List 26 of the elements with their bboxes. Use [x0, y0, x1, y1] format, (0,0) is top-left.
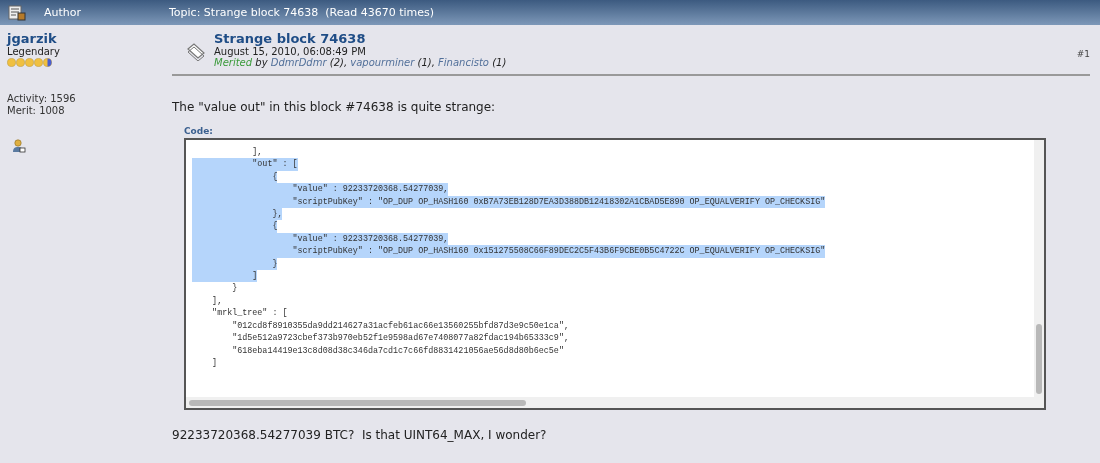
code-line: ], [211, 294, 223, 308]
rank-label: Legendary [7, 46, 61, 57]
post-number[interactable]: #1 [1076, 49, 1090, 59]
code-line: "618eba14419e13c8d08d38c346da7cd1c7c66fd8831421056ae56d8d80b6ec5e" [231, 344, 564, 357]
code-line: "012cd8f8910355da9dd214627a31acfeb61ac66e13560255bfd87d3e9c50e1ca", [231, 319, 569, 333]
merit-line: Merited by DdmrDdmr (2), vapourminer (1), Financisto (1) [214, 57, 508, 68]
document-icon [8, 4, 26, 21]
post-icon [186, 43, 206, 61]
topic-title: Topic: Strange block 74638 (Read 43670 times) [169, 6, 435, 19]
code-line: "1d5e512a9723cbef373b970eb52f1e9598ad67e7408077a82fdac194b65333c9", [231, 332, 569, 345]
vertical-scrollbar[interactable] [1034, 140, 1044, 408]
post-title[interactable]: Strange block 74638 [214, 31, 1077, 46]
column-header: Author [43, 6, 83, 19]
horizontal-scrollbar[interactable] [186, 397, 1034, 408]
code-line: } [231, 282, 238, 295]
merit-count: Merit: 1008 [7, 105, 66, 117]
post-text: The "value out" in this block #74638 is quite strange: [172, 100, 497, 114]
author-name[interactable]: jgarzik [7, 31, 165, 46]
post-date: August 15, 2010, 06:08:49 PM [214, 46, 366, 57]
post-text: 92233720368.54277039 BTC? Is that UINT64_MAX, I wonder? [172, 428, 548, 442]
activity-count: Activity: 1596 [7, 93, 77, 105]
person-icon[interactable] [12, 139, 26, 153]
code-line: ] [211, 356, 218, 370]
code-line: ], [251, 146, 263, 159]
code-label: Code: [184, 126, 214, 136]
code-line: "mrkl_tree" : [ [211, 307, 288, 320]
